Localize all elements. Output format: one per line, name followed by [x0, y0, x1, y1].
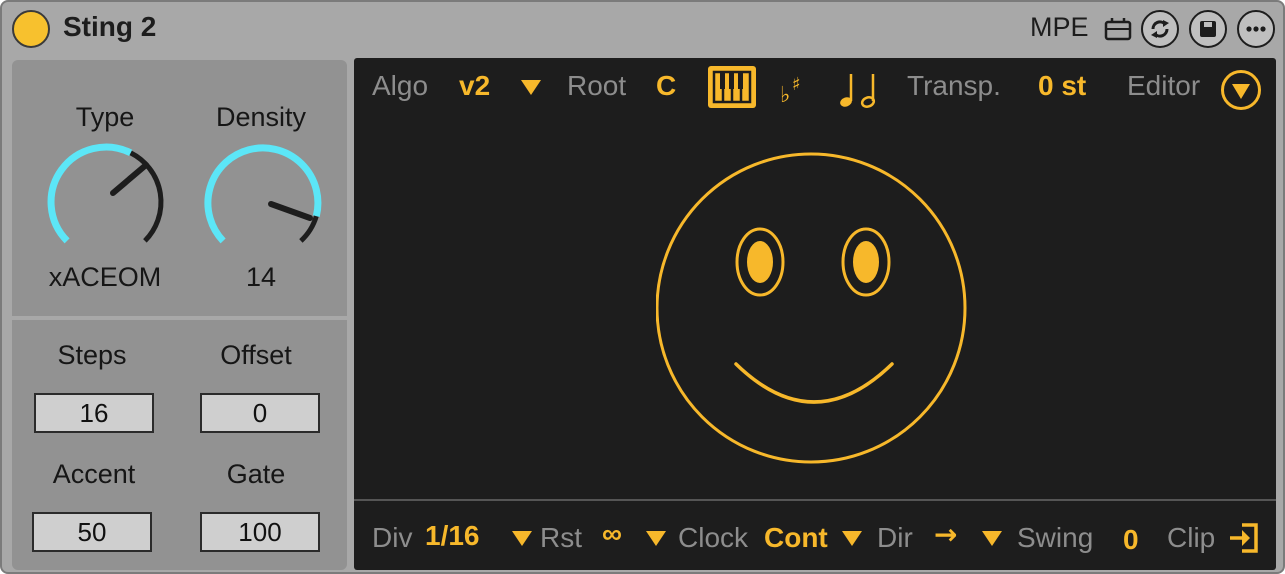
- div-label: Div: [372, 522, 413, 553]
- algo-dropdown-icon[interactable]: [521, 80, 541, 95]
- numbers-panel: Steps Offset 16 0 Accent Gate 50 100: [12, 320, 347, 570]
- title-bar: Sting 2 MPE: [2, 2, 1283, 56]
- algo-value[interactable]: v2: [459, 70, 490, 102]
- steps-number-box[interactable]: 16: [34, 393, 154, 433]
- svg-text:♯: ♯: [792, 74, 801, 95]
- dir-label: Dir: [877, 522, 913, 553]
- dir-dropdown-icon[interactable]: [982, 531, 1002, 546]
- piano-keys-icon[interactable]: [708, 66, 756, 108]
- clock-label: Clock: [678, 522, 749, 553]
- type-knob-label: Type: [75, 102, 135, 132]
- rst-label: Rst: [540, 522, 582, 553]
- transp-label: Transp.: [907, 70, 1001, 101]
- mpe-label: MPE: [1030, 12, 1089, 42]
- rst-value[interactable]: ∞: [602, 518, 622, 550]
- clock-dropdown-icon[interactable]: [842, 531, 862, 546]
- type-knob[interactable]: [46, 142, 166, 267]
- div-dropdown-icon[interactable]: [512, 531, 532, 546]
- rst-dropdown-icon[interactable]: [646, 531, 666, 546]
- refresh-icon[interactable]: [1141, 10, 1179, 48]
- smiley-face-graphic: [656, 152, 967, 464]
- dir-value[interactable]: →: [934, 518, 957, 551]
- note-length-icon[interactable]: [838, 70, 882, 115]
- device-title: Sting 2: [63, 11, 157, 42]
- swing-value[interactable]: 0: [1123, 524, 1139, 556]
- root-value[interactable]: C: [656, 70, 676, 102]
- save-icon[interactable]: [1189, 10, 1227, 48]
- mpe-toggle-icon[interactable]: [1100, 10, 1138, 48]
- algo-label: Algo: [372, 70, 429, 101]
- svg-text:♭: ♭: [780, 83, 790, 106]
- steps-label: Steps: [57, 340, 127, 370]
- power-button[interactable]: [12, 10, 50, 48]
- div-value[interactable]: 1/16: [425, 520, 480, 552]
- clock-value[interactable]: Cont: [764, 522, 828, 554]
- knob-panel: Type Density xACEOM 14: [12, 60, 347, 316]
- clip-export-icon[interactable]: [1228, 520, 1260, 561]
- density-knob-label: Density: [215, 102, 307, 132]
- editor-label: Editor: [1127, 70, 1201, 101]
- gate-label: Gate: [226, 459, 286, 489]
- display-divider: [354, 499, 1276, 501]
- density-knob[interactable]: [202, 142, 322, 267]
- accent-number-box[interactable]: 50: [32, 512, 152, 552]
- density-knob-value: 14: [245, 262, 277, 292]
- clip-label: Clip: [1167, 522, 1216, 553]
- editor-toggle-icon[interactable]: [1221, 70, 1261, 110]
- swing-label: Swing: [1017, 522, 1094, 553]
- flat-sharp-icon[interactable]: ♭ ♯: [780, 72, 810, 111]
- root-label: Root: [567, 70, 627, 101]
- device-window: Sting 2 MPE Type Density xACEOM 14 Steps…: [0, 0, 1285, 574]
- type-knob-value: xACEOM: [48, 262, 162, 292]
- transp-value[interactable]: 0 st: [1038, 70, 1086, 102]
- more-icon[interactable]: [1237, 10, 1275, 48]
- main-display: Algo v2 Root C ♭ ♯ Transp. 0 st Editor D…: [354, 58, 1276, 570]
- offset-number-box[interactable]: 0: [200, 393, 320, 433]
- offset-label: Offset: [220, 340, 292, 370]
- accent-label: Accent: [52, 459, 136, 489]
- gate-number-box[interactable]: 100: [200, 512, 320, 552]
